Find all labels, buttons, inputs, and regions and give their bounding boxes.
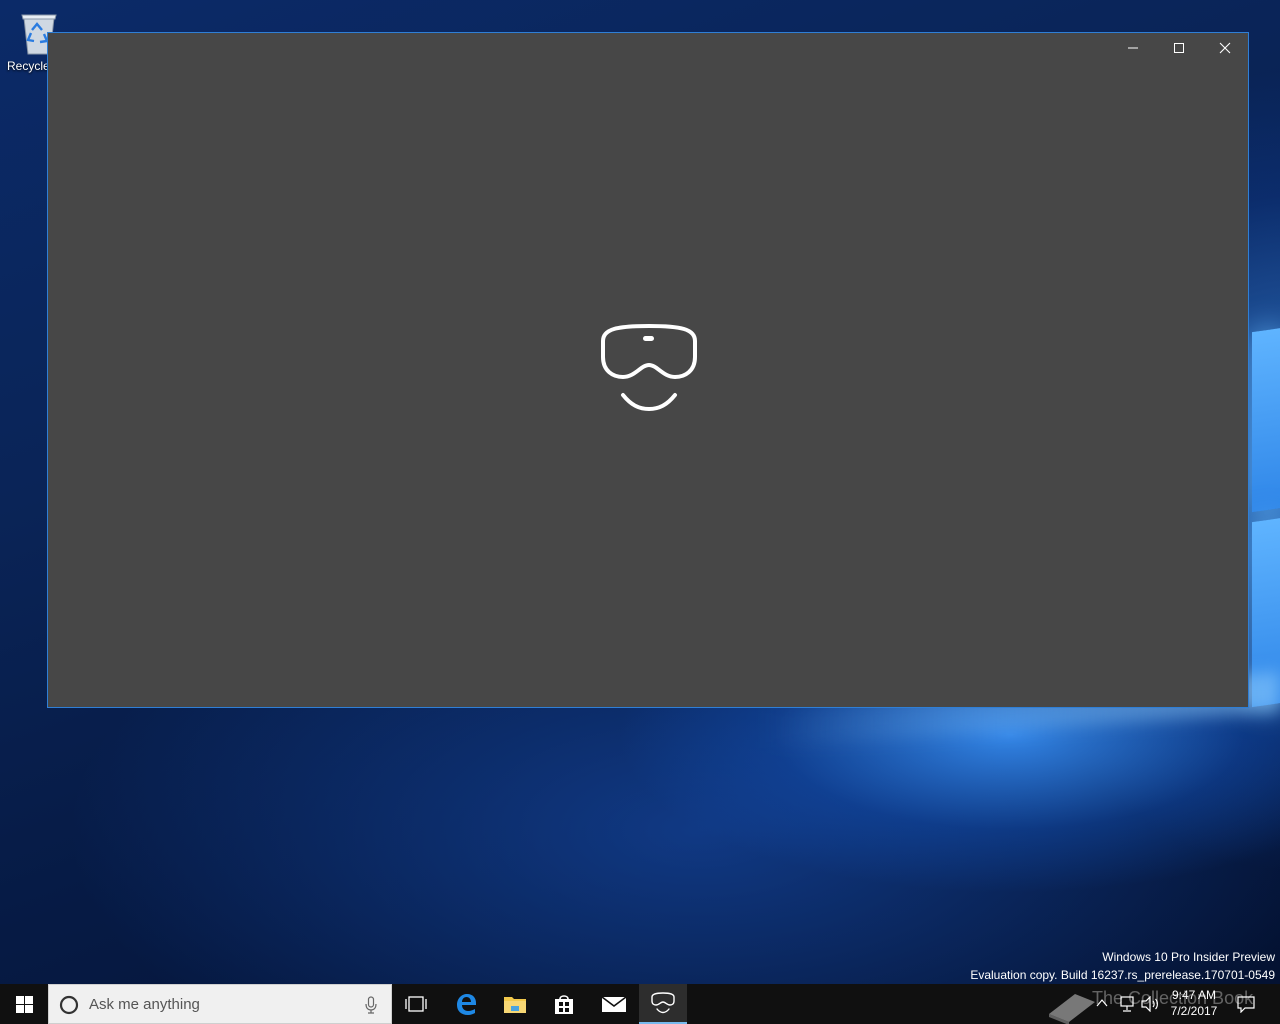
maximize-icon — [1174, 43, 1184, 53]
watermark-build: Evaluation copy. Build 16237.rs_prerelea… — [970, 968, 1275, 982]
clock-time: 9:47 AM — [1171, 988, 1217, 1002]
taskbar-mixed-reality-portal[interactable] — [639, 984, 687, 1024]
search-placeholder: Ask me anything — [89, 996, 200, 1013]
watermark-edition: Windows 10 Pro Insider Preview — [1102, 950, 1275, 964]
taskbar-edge[interactable] — [442, 984, 490, 1024]
windows-logo-pane — [1252, 327, 1280, 513]
task-view-icon — [405, 996, 427, 1012]
taskbar-store[interactable] — [540, 984, 588, 1024]
cortana-search-box[interactable]: Ask me anything — [48, 984, 392, 1024]
volume-icon[interactable] — [1141, 996, 1159, 1012]
store-icon — [555, 995, 573, 1014]
taskbar-clock[interactable]: 9:47 AM 7/2/2017 — [1160, 987, 1228, 1019]
minimize-button[interactable] — [1110, 33, 1156, 63]
action-center-icon[interactable] — [1236, 995, 1256, 1013]
task-view-button[interactable] — [392, 984, 440, 1024]
taskbar-file-explorer[interactable] — [491, 984, 539, 1024]
desktop-icon-label: Recycle — [7, 59, 50, 73]
maximize-button[interactable] — [1156, 33, 1202, 63]
start-button[interactable] — [0, 984, 48, 1024]
clock-date: 7/2/2017 — [1170, 1004, 1218, 1018]
microphone-icon[interactable] — [365, 996, 377, 1014]
windows-start-icon — [15, 995, 33, 1013]
network-icon[interactable] — [1118, 996, 1136, 1012]
show-hidden-icons-icon[interactable] — [1096, 996, 1108, 1010]
build-watermark: Windows 10 Pro Insider Preview Evaluatio… — [970, 948, 1275, 984]
minimize-icon — [1128, 47, 1138, 49]
caption-buttons — [1110, 33, 1248, 63]
close-button[interactable] — [1202, 33, 1248, 63]
mixed-reality-portal-icon — [651, 992, 675, 1014]
mixed-reality-portal-window[interactable] — [47, 32, 1249, 708]
taskbar: Ask me anything The Collection Book 9:47… — [0, 984, 1280, 1024]
edge-icon — [457, 994, 476, 1015]
file-explorer-icon — [504, 997, 526, 1013]
mail-icon — [601, 996, 627, 1012]
close-icon — [1219, 42, 1231, 54]
cortana-icon — [59, 995, 79, 1015]
taskbar-mail[interactable] — [590, 984, 638, 1024]
mixed-reality-headset-icon — [601, 324, 697, 412]
